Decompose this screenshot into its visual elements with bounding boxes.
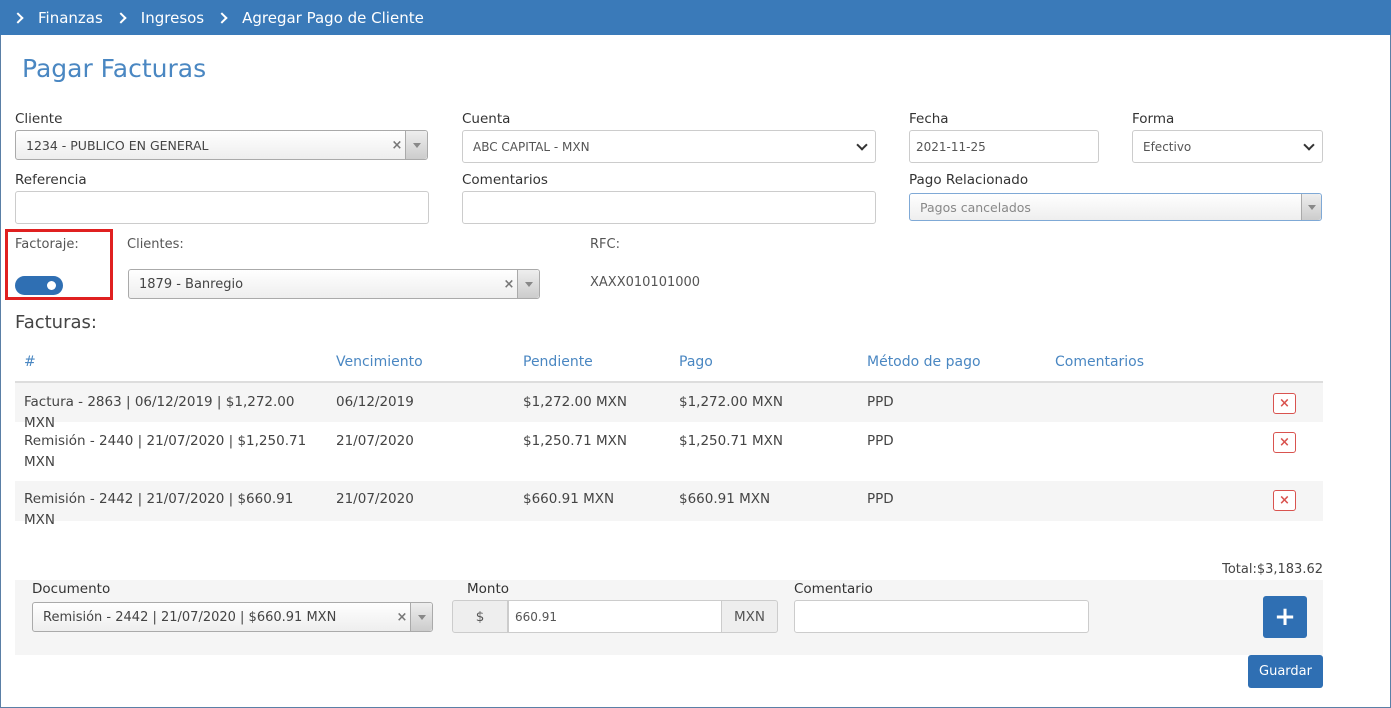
column-header: Comentarios: [1055, 354, 1145, 370]
fecha-input[interactable]: 2021-11-25: [909, 130, 1099, 163]
row-pendiente: $660.91 MXN: [523, 491, 615, 507]
row-metodo: PPD: [867, 491, 894, 507]
forma-select[interactable]: Efectivo: [1132, 130, 1323, 163]
breadcrumb-agregar-pago[interactable]: Agregar Pago de Cliente: [216, 8, 424, 27]
cliente-label: Cliente: [15, 111, 63, 127]
clientes-value: 1879 - Banregio: [139, 276, 244, 292]
table-row: Factura - 2863 | 06/12/2019 | $1,272.00 …: [15, 383, 1323, 431]
documento-value: Remisión - 2442 | 21/07/2020 | $660.91 M…: [43, 609, 337, 625]
rfc-label: RFC:: [590, 237, 620, 252]
breadcrumb-label: Agregar Pago de Cliente: [242, 8, 424, 27]
chevron-down-icon: [1303, 139, 1315, 151]
row-vencimiento: 21/07/2020: [336, 433, 414, 449]
clear-icon[interactable]: ×: [501, 277, 517, 292]
breadcrumb-finanzas[interactable]: Finanzas: [12, 8, 103, 27]
page-title: Pagar Facturas: [22, 54, 207, 83]
breadcrumb-label: Ingresos: [140, 8, 205, 27]
row-vencimiento: 21/07/2020: [336, 491, 414, 507]
factoraje-toggle[interactable]: [15, 276, 63, 295]
plus-icon: +: [1274, 602, 1296, 632]
facturas-table-header: # Vencimiento Pendiente Pago Método de p…: [15, 345, 1323, 383]
cliente-value: 1234 - PUBLICO EN GENERAL: [26, 137, 209, 153]
column-header: #: [24, 354, 36, 370]
row-pago: $1,250.71 MXN: [679, 433, 783, 449]
pago-relacionado-placeholder: Pagos cancelados: [920, 199, 1031, 215]
clientes-select[interactable]: 1879 - Banregio ×: [128, 269, 540, 299]
row-pendiente: $1,272.00 MXN: [523, 394, 627, 410]
forma-label: Forma: [1132, 111, 1175, 127]
pago-relacionado-select[interactable]: Pagos cancelados: [909, 193, 1322, 221]
pago-relacionado-label: Pago Relacionado: [909, 172, 1029, 188]
delete-row-button[interactable]: ×: [1273, 393, 1296, 414]
rfc-value: XAXX010101000: [590, 275, 701, 290]
dropdown-arrow-icon[interactable]: [405, 131, 427, 159]
currency-suffix: MXN: [721, 600, 778, 633]
comentario-label: Comentario: [794, 581, 873, 597]
breadcrumb-label: Finanzas: [38, 8, 103, 27]
facturas-title: Facturas:: [15, 312, 97, 333]
fecha-value: 2021-11-25: [916, 139, 986, 154]
toggle-knob: [47, 281, 56, 290]
chevron-right-icon: [12, 11, 24, 24]
row-document: Remisión - 2440 | 21/07/2020 | $1,250.71…: [24, 433, 307, 470]
row-document: Remisión - 2442 | 21/07/2020 | $660.91 M…: [24, 491, 294, 528]
forma-value: Efectivo: [1143, 139, 1192, 154]
column-header: Vencimiento: [336, 354, 423, 370]
monto-input[interactable]: 660.91: [508, 600, 722, 633]
cuenta-value: ABC CAPITAL - MXN: [473, 139, 590, 154]
referencia-input[interactable]: [15, 191, 429, 224]
clientes-label: Clientes:: [127, 237, 184, 252]
column-header: Pendiente: [523, 354, 593, 370]
column-header: Pago: [679, 354, 713, 370]
cuenta-select[interactable]: ABC CAPITAL - MXN: [462, 130, 876, 163]
dropdown-arrow-icon[interactable]: [1301, 194, 1321, 220]
documento-select[interactable]: Remisión - 2442 | 21/07/2020 | $660.91 M…: [32, 602, 433, 632]
row-metodo: PPD: [867, 394, 894, 410]
dropdown-arrow-icon[interactable]: [517, 270, 539, 298]
monto-value: 660.91: [515, 609, 557, 624]
cuenta-label: Cuenta: [462, 111, 511, 127]
breadcrumb: Finanzas Ingresos Agregar Pago de Client…: [0, 0, 1391, 35]
row-pago: $660.91 MXN: [679, 491, 771, 507]
table-row: Remisión - 2440 | 21/07/2020 | $1,250.71…: [15, 422, 1323, 481]
cliente-select[interactable]: 1234 - PUBLICO EN GENERAL ×: [15, 130, 428, 160]
chevron-right-icon: [115, 11, 127, 24]
row-pago: $1,272.00 MXN: [679, 394, 783, 410]
fecha-label: Fecha: [909, 111, 949, 127]
chevron-down-icon: [856, 139, 868, 151]
referencia-label: Referencia: [15, 172, 87, 188]
delete-row-button[interactable]: ×: [1273, 490, 1296, 511]
delete-row-button[interactable]: ×: [1273, 432, 1296, 453]
factoraje-label: Factoraje:: [15, 237, 79, 252]
row-metodo: PPD: [867, 433, 894, 449]
total-amount: Total:$3,183.62: [1222, 562, 1323, 577]
clear-icon[interactable]: ×: [394, 610, 410, 625]
comentarios-label: Comentarios: [462, 172, 548, 188]
comentarios-input[interactable]: [462, 191, 876, 224]
dropdown-arrow-icon[interactable]: [410, 603, 432, 631]
column-header: Método de pago: [867, 354, 981, 370]
table-row: Remisión - 2442 | 21/07/2020 | $660.91 M…: [15, 481, 1323, 528]
clear-icon[interactable]: ×: [389, 138, 405, 153]
add-document-button[interactable]: +: [1263, 596, 1307, 638]
monto-label: Monto: [467, 581, 510, 597]
comentario-input[interactable]: [794, 600, 1089, 633]
row-vencimiento: 06/12/2019: [336, 394, 414, 410]
documento-label: Documento: [32, 581, 111, 597]
save-button[interactable]: Guardar: [1248, 655, 1323, 688]
row-pendiente: $1,250.71 MXN: [523, 433, 627, 449]
currency-prefix: $: [452, 600, 508, 633]
breadcrumb-ingresos[interactable]: Ingresos: [115, 8, 205, 27]
chevron-right-icon: [216, 11, 228, 24]
